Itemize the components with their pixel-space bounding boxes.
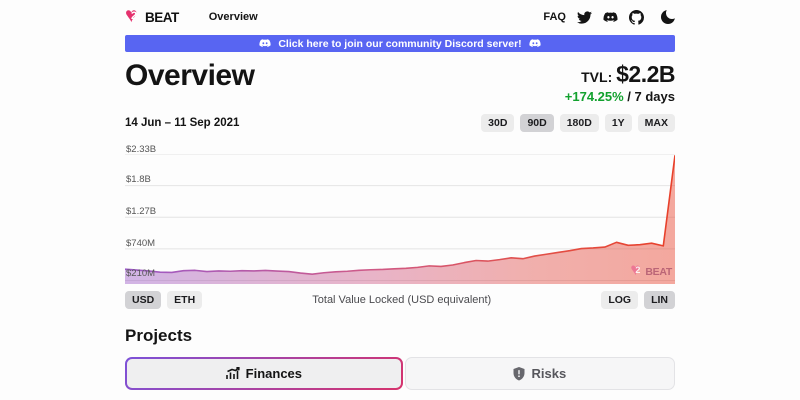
- y-axis-tick: $2.33B: [126, 144, 156, 155]
- tvl-summary: TVL: $2.2B +174.25% / 7 days: [565, 61, 675, 104]
- tvl-value: $2.2B: [616, 61, 675, 87]
- tvl-area-chart[interactable]: $2.33B $1.8B $1.27B $740M $210M ♥ 2 BEAT: [125, 144, 675, 286]
- discord-icon: [529, 39, 541, 48]
- range-button-90d[interactable]: 90D: [520, 114, 553, 132]
- time-range-selector: 30D 90D 180D 1Y MAX: [481, 114, 675, 132]
- y-axis-tick: $210M: [126, 268, 155, 279]
- y-axis-tick: $1.27B: [126, 206, 156, 217]
- discord-icon[interactable]: [603, 10, 618, 25]
- logo-text: BEAT: [145, 10, 179, 25]
- l2beat-heart-icon: ♥ 2: [125, 8, 144, 27]
- tab-risks[interactable]: Risks: [405, 357, 675, 390]
- twitter-icon[interactable]: [577, 10, 592, 25]
- l2beat-watermark: ♥ 2 BEAT: [630, 264, 672, 279]
- range-button-max[interactable]: MAX: [638, 114, 675, 132]
- projects-tabs: Finances Risks: [125, 357, 675, 390]
- chart-caption: Total Value Locked (USD equivalent): [312, 294, 491, 306]
- tvl-chart-canvas: [125, 154, 675, 284]
- tvl-change-period: / 7 days: [624, 89, 675, 104]
- tab-risks-label: Risks: [531, 366, 566, 381]
- dark-mode-moon-icon[interactable]: [661, 10, 675, 24]
- page-title: Overview: [125, 59, 254, 93]
- currency-selector: USD ETH: [125, 291, 202, 309]
- range-button-30d[interactable]: 30D: [481, 114, 514, 132]
- tab-finances-label: Finances: [246, 366, 302, 381]
- y-axis-tick: $740M: [126, 238, 155, 249]
- nav-item-overview[interactable]: Overview: [209, 11, 258, 23]
- scale-button-log[interactable]: LOG: [601, 291, 638, 309]
- scale-selector: LOG LIN: [601, 291, 675, 309]
- github-icon[interactable]: [629, 10, 644, 25]
- faq-link[interactable]: FAQ: [543, 11, 566, 23]
- range-button-180d[interactable]: 180D: [560, 114, 599, 132]
- scale-button-lin[interactable]: LIN: [644, 291, 675, 309]
- banner-text: Click here to join our community Discord…: [278, 38, 521, 50]
- currency-button-usd[interactable]: USD: [125, 291, 161, 309]
- discord-icon: [259, 39, 271, 48]
- top-navbar: ♥ 2 BEAT Overview FAQ: [0, 0, 800, 34]
- projects-title: Projects: [125, 326, 675, 346]
- y-axis-tick: $1.8B: [126, 174, 151, 185]
- tab-finances[interactable]: Finances: [125, 357, 403, 390]
- chart-date-range: 14 Jun – 11 Sep 2021: [125, 117, 239, 129]
- l2beat-heart-icon: ♥ 2: [630, 264, 645, 279]
- chart-area-fill: [125, 155, 675, 284]
- currency-button-eth[interactable]: ETH: [167, 291, 202, 309]
- discord-banner[interactable]: Click here to join our community Discord…: [125, 35, 675, 52]
- tvl-label: TVL:: [581, 69, 612, 85]
- finances-chart-icon: [226, 367, 240, 380]
- range-button-1y[interactable]: 1Y: [605, 114, 632, 132]
- tvl-change-percent: +174.25%: [565, 89, 624, 104]
- risks-shield-icon: [513, 367, 525, 381]
- l2beat-logo[interactable]: ♥ 2 BEAT: [125, 8, 179, 27]
